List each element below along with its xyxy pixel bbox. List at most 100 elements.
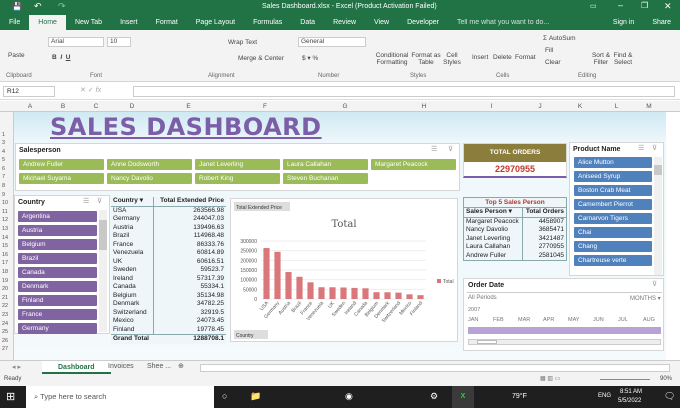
row-header[interactable]: 27 [2,346,8,352]
restore-icon[interactable]: ❐ [641,1,648,10]
minimize-icon[interactable]: – [618,0,623,10]
column-header[interactable]: A [14,103,46,110]
merge-center-button[interactable]: Merge & Center [238,55,284,62]
column-header[interactable]: D [112,103,152,110]
wrap-text-button[interactable]: Wrap Text [228,39,257,46]
multi-select-icon[interactable]: ☰ [83,197,89,205]
language[interactable]: ENG [598,393,611,399]
number-format-select[interactable]: General [298,37,366,47]
autosum-button[interactable]: Σ AutoSum [543,35,576,42]
product-item[interactable]: Chang [574,241,652,252]
column-header[interactable]: C [80,103,112,110]
salesperson-item[interactable]: Andrew Fuller [19,159,104,170]
column-header[interactable]: E [152,103,225,110]
row-header[interactable]: 16 [2,252,8,258]
cell-styles-button[interactable]: Cell Styles [442,52,462,66]
formula-input[interactable] [133,86,675,97]
column-header[interactable]: M [633,103,665,110]
salesperson-item[interactable]: Nancy Davolio [107,173,192,184]
tab-file[interactable]: File [0,15,29,30]
country-item[interactable]: France [18,309,97,320]
row-header[interactable]: 14 [2,235,8,241]
row-header[interactable]: 5 [2,157,5,163]
find-select-button[interactable]: Find & Select [612,52,634,66]
clear-filter-icon[interactable]: ⊽ [448,145,453,153]
conditional-formatting-button[interactable]: Conditional Formatting [372,52,412,66]
file-explorer-icon[interactable]: 📁 [250,391,261,402]
product-item[interactable]: Chartreuse verte [574,255,652,266]
sort-filter-button[interactable]: Sort & Filter [590,52,612,66]
row-header[interactable]: 8 [2,183,5,189]
tab-view[interactable]: View [365,15,398,30]
row-header[interactable]: 19 [2,278,8,284]
row-header[interactable]: 10 [2,200,8,206]
time-level-select[interactable]: MONTHS ▾ [630,295,661,302]
row-header[interactable]: 13 [2,226,8,232]
cortana-icon[interactable]: ○ [222,391,227,401]
redo-icon[interactable]: ↷ [58,1,66,12]
bar-chart[interactable]: Total Extended Price Total 0 50000 100000 150… [230,198,458,342]
country-item[interactable]: Germany [18,323,97,334]
format-cells-button[interactable]: Format [515,54,536,61]
tab-developer[interactable]: Developer [398,15,448,30]
row-header[interactable]: 1 [2,132,5,138]
tab-data[interactable]: Data [291,15,324,30]
tab-dashboard[interactable]: Dashboard [42,361,111,374]
tell-me-search[interactable]: Tell me what you want to do... [448,15,558,30]
row-header[interactable]: 12 [2,217,8,223]
save-icon[interactable]: 💾 [12,2,22,11]
ribbon-display-icon[interactable]: ▭ [590,2,597,10]
row-header[interactable]: 20 [2,286,8,292]
field-button[interactable]: Total Extended Price [236,205,282,211]
delete-cells-button[interactable]: Delete [493,54,512,61]
country-item[interactable]: Austria [18,225,97,236]
tab-page-layout[interactable]: Page Layout [187,15,244,30]
row-header[interactable]: 11 [2,209,8,215]
scrollbar[interactable] [654,157,662,275]
row-header[interactable]: 23 [2,312,8,318]
close-icon[interactable]: ✕ [664,1,672,12]
row-header[interactable]: 9 [2,192,5,198]
tab-formulas[interactable]: Formulas [244,15,291,30]
product-item[interactable]: Carnarvon Tigers [574,213,652,224]
zoom-slider[interactable] [600,379,650,380]
font-size-select[interactable]: 10 [107,37,131,47]
product-item[interactable]: Boston Crab Meat [574,185,652,196]
windows-start-icon[interactable]: ⊞ [6,390,15,403]
timeline-bar[interactable] [468,327,661,334]
undo-icon[interactable]: ↶ [34,1,42,12]
paste-button[interactable]: Paste [8,52,25,59]
row-header[interactable]: 4 [2,149,5,155]
format-as-table-button[interactable]: Format as Table [410,52,442,66]
tab-new-tab[interactable]: New Tab [66,15,111,30]
clear-filter-icon[interactable]: ⊽ [652,280,657,288]
row-header[interactable]: 21 [2,295,8,301]
salesperson-item[interactable]: Michael Suyama [19,173,104,184]
share-button[interactable]: Share [643,15,680,30]
prev-sheet-icon[interactable]: ◂ ▸ [12,363,21,371]
excel-taskbar-icon[interactable]: X [452,386,474,408]
cancel-icon[interactable]: ✕ ✓ fx [80,86,101,94]
column-header[interactable]: J [520,103,560,110]
row-header[interactable]: 26 [2,338,8,344]
clear-filter-icon[interactable]: ⊽ [652,144,657,152]
fill-button[interactable]: Fill [545,47,553,54]
clock-date[interactable]: 5/5/2022 [618,398,641,404]
weather[interactable]: 79°F [512,393,527,400]
pivot-header-country[interactable]: Country ▾ [111,197,154,206]
taskbar-search[interactable]: ⌕ Type here to search [26,386,214,408]
settings-icon[interactable]: ⚙ [430,391,438,402]
tab-sheet[interactable]: Shee ... [147,363,171,370]
product-item[interactable]: Alice Mutton [574,157,652,168]
insert-cells-button[interactable]: Insert [472,54,488,61]
country-item[interactable]: Finland [18,295,97,306]
chrome-icon[interactable]: ◉ [345,391,353,402]
country-item[interactable]: Belgium [18,239,97,250]
column-header[interactable]: H [385,103,463,110]
tab-home[interactable]: Home [29,15,66,30]
salesperson-item[interactable]: Anne Dodsworth [107,159,192,170]
column-header[interactable]: G [305,103,385,110]
row-header[interactable]: 18 [2,269,8,275]
multi-select-icon[interactable]: ☰ [638,144,644,152]
product-item[interactable]: Aniseed Syrup [574,171,652,182]
